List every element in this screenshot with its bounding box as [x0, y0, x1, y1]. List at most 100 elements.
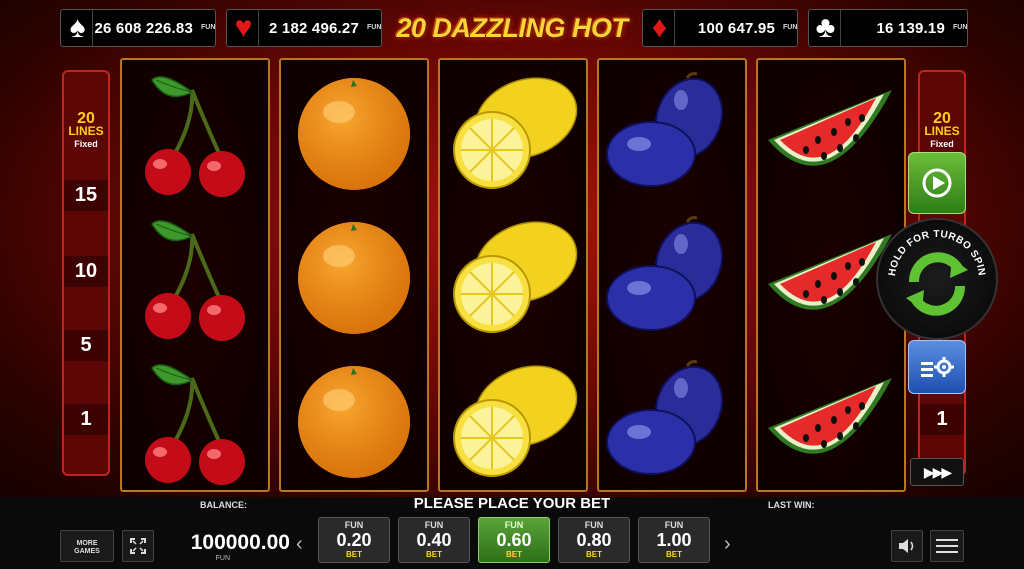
play-icon	[922, 168, 952, 198]
watermelon-symbol	[758, 348, 904, 492]
spin-arrows-icon: HOLD FOR TURBO SPIN	[887, 229, 986, 316]
bet-currency: FUN	[344, 520, 364, 530]
lines-mode: Fixed	[74, 139, 98, 149]
game-logo: 20 DAZZLING HOT	[396, 13, 628, 43]
jackpot-value: 26 608 226.83	[94, 19, 193, 37]
bet-label: BET	[666, 550, 682, 559]
bet-option[interactable]: FUN 1.00 BET	[638, 517, 710, 563]
payline-marker: 5	[64, 330, 108, 361]
play-button[interactable]	[908, 152, 966, 214]
jackpot-bar: ♠ 26 608 226.83 FUN ♥ 2 182 496.27 FUN 2…	[0, 6, 1024, 50]
paylines-panel-left: 20 LINES Fixed 15 10 5 1	[62, 70, 110, 476]
cherry-symbol	[122, 348, 268, 492]
watermelon-icon	[768, 378, 892, 454]
reel-1	[120, 58, 270, 492]
bet-label: BET	[346, 550, 362, 559]
lemon-icon	[453, 77, 578, 189]
spade-icon: ♠	[63, 10, 93, 46]
chevron-left-icon[interactable]: ‹	[296, 533, 303, 556]
bet-option[interactable]: FUN 0.20 BET	[318, 517, 390, 563]
more-games-button[interactable]: MORE GAMES	[60, 530, 114, 562]
jackpot-currency: FUN	[783, 24, 798, 31]
lines-header: 20 LINES Fixed	[64, 111, 108, 151]
plum-symbol	[599, 348, 745, 492]
cherry-icon	[145, 220, 245, 341]
jackpot-value: 16 139.19	[876, 19, 945, 37]
bet-value: 0.40	[416, 530, 452, 550]
reel-4	[597, 58, 747, 492]
orange-symbol	[281, 60, 427, 204]
cherry-symbol	[122, 204, 268, 348]
balance-currency: FUN	[215, 555, 230, 562]
bet-currency: FUN	[424, 520, 444, 530]
cherry-icon	[145, 364, 245, 485]
bet-label: BET	[426, 550, 442, 559]
lemon-symbol	[440, 348, 586, 492]
jackpot-value: 2 182 496.27	[269, 19, 359, 37]
plum-icon	[606, 216, 724, 331]
lines-mode: Fixed	[930, 139, 954, 149]
bet-label: BET	[506, 550, 522, 559]
payline-marker: 10	[64, 256, 108, 287]
fullscreen-button[interactable]	[122, 530, 154, 562]
sound-button[interactable]	[891, 530, 923, 562]
bottom-bar: BALANCE: PLEASE PLACE YOUR BET LAST WIN:…	[0, 495, 1024, 569]
bet-currency: FUN	[504, 520, 524, 530]
menu-button[interactable]	[930, 530, 964, 562]
speaker-icon	[899, 539, 914, 553]
jackpot-diamond: ♦ 100 647.95 FUN	[642, 9, 798, 47]
heart-icon: ♥	[229, 10, 259, 46]
bet-option-selected[interactable]: FUN 0.60 BET	[478, 517, 550, 563]
reel-3	[438, 58, 588, 492]
bet-currency: FUN	[664, 520, 684, 530]
autoplay-settings-button[interactable]	[908, 340, 966, 394]
bet-option[interactable]: FUN 0.40 BET	[398, 517, 470, 563]
payline-marker: 15	[64, 180, 108, 211]
hamburger-menu-icon	[936, 539, 958, 553]
plum-icon	[606, 72, 724, 187]
more-games-label: GAMES	[74, 548, 100, 555]
bet-option[interactable]: FUN 0.80 BET	[558, 517, 630, 563]
jackpot-value: 100 647.95	[697, 19, 775, 37]
last-win-label: LAST WIN:	[768, 500, 815, 510]
lemon-symbol	[440, 204, 586, 348]
bet-value: 0.20	[336, 530, 372, 550]
watermelon-icon	[768, 90, 892, 166]
jackpot-spade: ♠ 26 608 226.83 FUN	[60, 9, 216, 47]
bet-label: BET	[586, 550, 602, 559]
autoplay-button[interactable]: ▶▶▶	[910, 458, 964, 486]
lines-label: LINES	[924, 124, 960, 138]
reel-2	[279, 58, 429, 492]
payline-marker: 1	[920, 404, 964, 435]
fullscreen-icon	[130, 538, 146, 554]
bet-currency: FUN	[584, 520, 604, 530]
lines-label: LINES	[68, 124, 104, 138]
plum-symbol	[599, 204, 745, 348]
lines-header: 20 LINES Fixed	[920, 111, 964, 151]
bet-value: 0.60	[496, 530, 532, 550]
cherry-symbol	[122, 60, 268, 204]
chevron-right-icon[interactable]: ›	[724, 533, 731, 556]
lemon-icon	[453, 221, 578, 333]
jackpot-currency: FUN	[201, 24, 216, 31]
jackpot-club: ♣ 16 139.19 FUN	[808, 9, 968, 47]
plum-symbol	[599, 60, 745, 204]
auto-settings-icon	[921, 357, 954, 377]
club-icon: ♣	[811, 10, 841, 46]
diamond-icon: ♦	[645, 10, 675, 46]
orange-icon	[298, 78, 410, 190]
orange-symbol	[281, 204, 427, 348]
balance-label: BALANCE:	[200, 500, 247, 510]
orange-icon	[298, 366, 410, 478]
spin-button[interactable]: HOLD FOR TURBO SPIN	[876, 218, 998, 340]
watermelon-symbol	[758, 60, 904, 204]
bet-value: 0.80	[576, 530, 612, 550]
payline-marker: 1	[64, 404, 108, 435]
plum-icon	[606, 360, 724, 475]
lemon-icon	[453, 365, 578, 477]
balance-value: 100000.00	[190, 531, 290, 554]
jackpot-currency: FUN	[953, 24, 968, 31]
status-message: PLEASE PLACE YOUR BET	[413, 495, 611, 512]
lemon-symbol	[440, 60, 586, 204]
jackpot-currency: FUN	[367, 24, 382, 31]
